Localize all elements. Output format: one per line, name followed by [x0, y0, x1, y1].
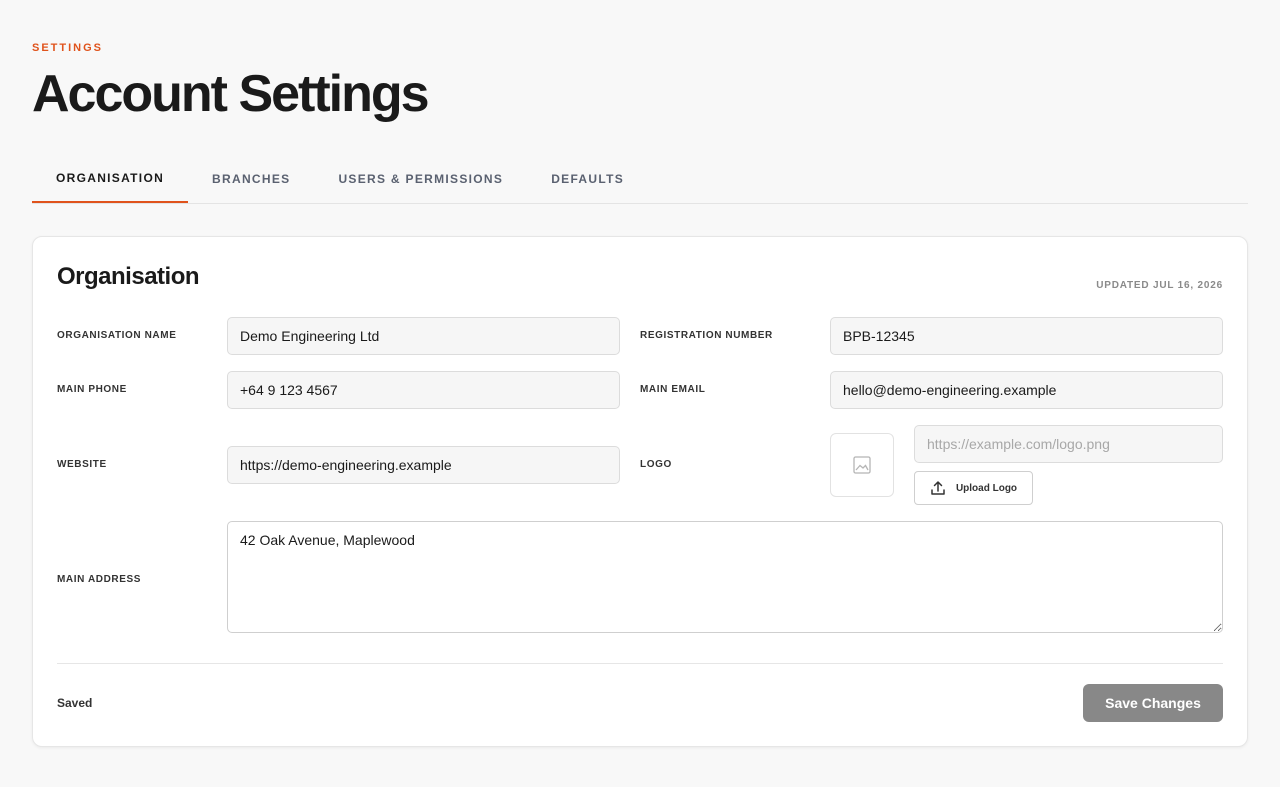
main-address-label: MAIN ADDRESS [57, 574, 142, 585]
organisation-name-label: ORGANISATION NAME [57, 330, 177, 341]
logo-preview [830, 433, 894, 497]
image-placeholder-icon [853, 456, 871, 474]
main-address-textarea[interactable]: 42 Oak Avenue, Maplewood [227, 521, 1223, 633]
tab-branches[interactable]: BRANCHES [188, 155, 314, 203]
tab-organisation[interactable]: ORGANISATION [32, 155, 189, 203]
registration-number-input[interactable] [830, 317, 1223, 355]
footer-divider [57, 663, 1223, 664]
registration-number-label: REGISTRATION NUMBER [640, 330, 773, 341]
main-phone-input[interactable] [227, 371, 620, 409]
save-changes-button[interactable]: Save Changes [1083, 684, 1223, 722]
organisation-name-input[interactable] [227, 317, 620, 355]
page-title: Account Settings [32, 65, 430, 123]
logo-label: LOGO [640, 459, 672, 470]
main-phone-label: MAIN PHONE [57, 384, 127, 395]
website-label: WEBSITE [57, 459, 107, 470]
upload-logo-label: Upload Logo [955, 482, 1018, 494]
updated-timestamp: UPDATED JUL 16, 2026 [1096, 280, 1223, 291]
card-title: Organisation [57, 263, 200, 290]
tab-defaults[interactable]: DEFAULTS [527, 155, 648, 203]
upload-logo-button[interactable]: Upload Logo [914, 471, 1033, 505]
settings-tabs: ORGANISATION BRANCHES USERS & PERMISSION… [32, 155, 1248, 204]
website-input[interactable] [227, 446, 620, 484]
page-eyebrow: SETTINGS [32, 42, 104, 54]
main-email-input[interactable] [830, 371, 1223, 409]
tab-users-permissions[interactable]: USERS & PERMISSIONS [314, 155, 527, 203]
upload-icon [931, 481, 945, 495]
organisation-card: Organisation UPDATED JUL 16, 2026 ORGANI… [32, 236, 1248, 747]
save-status: Saved [57, 696, 93, 710]
logo-url-input[interactable] [914, 425, 1223, 463]
main-email-label: MAIN EMAIL [640, 384, 706, 395]
